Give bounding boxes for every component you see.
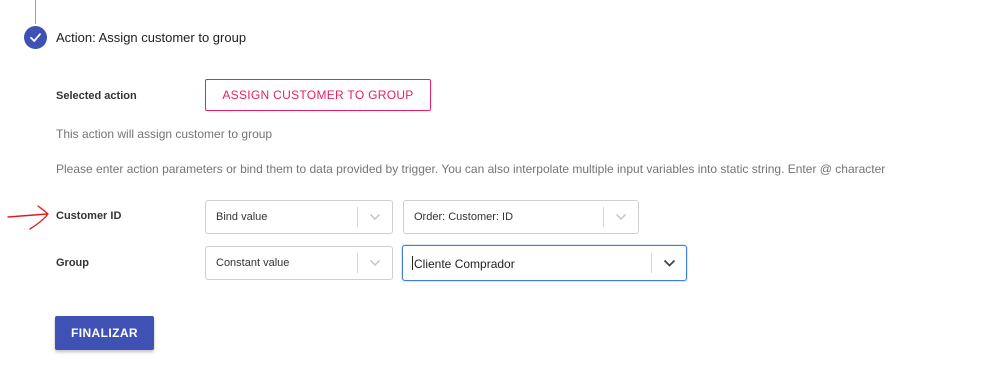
text-cursor <box>412 255 413 270</box>
customer-id-value: Order: Customer: ID <box>414 211 514 223</box>
chevron-down-icon[interactable] <box>604 213 638 221</box>
chevron-down-icon[interactable] <box>358 213 392 221</box>
customer-id-value-select[interactable]: Order: Customer: ID <box>403 200 639 234</box>
check-icon <box>30 33 41 42</box>
group-value-select[interactable]: Cliente Comprador <box>402 245 687 281</box>
group-value: Cliente Comprador <box>414 256 515 271</box>
customer-id-label: Customer ID <box>56 210 122 222</box>
timeline-connector <box>35 0 36 24</box>
customer-id-mode-select[interactable]: Bind value <box>205 200 393 234</box>
instructions-text: Please enter action parameters or bind t… <box>56 162 886 176</box>
page: Action: Assign customer to group Selecte… <box>0 0 1000 367</box>
step-status <box>24 26 47 49</box>
group-mode-select[interactable]: Constant value <box>205 246 393 280</box>
selected-action-button[interactable]: ASSIGN CUSTOMER TO GROUP <box>205 79 431 111</box>
chevron-down-icon[interactable] <box>652 259 686 268</box>
step-title: Action: Assign customer to group <box>56 30 247 45</box>
group-label: Group <box>56 257 89 269</box>
action-description: This action will assign customer to grou… <box>56 127 273 141</box>
chevron-down-icon[interactable] <box>358 259 392 267</box>
group-mode-value: Constant value <box>216 257 290 269</box>
selected-action-label: Selected action <box>56 90 137 102</box>
group-value-field[interactable]: Cliente Comprador <box>403 255 651 271</box>
finalizar-button[interactable]: FINALIZAR <box>55 316 154 350</box>
customer-id-mode-value: Bind value <box>216 211 268 223</box>
annotation-arrow-icon <box>7 205 49 230</box>
